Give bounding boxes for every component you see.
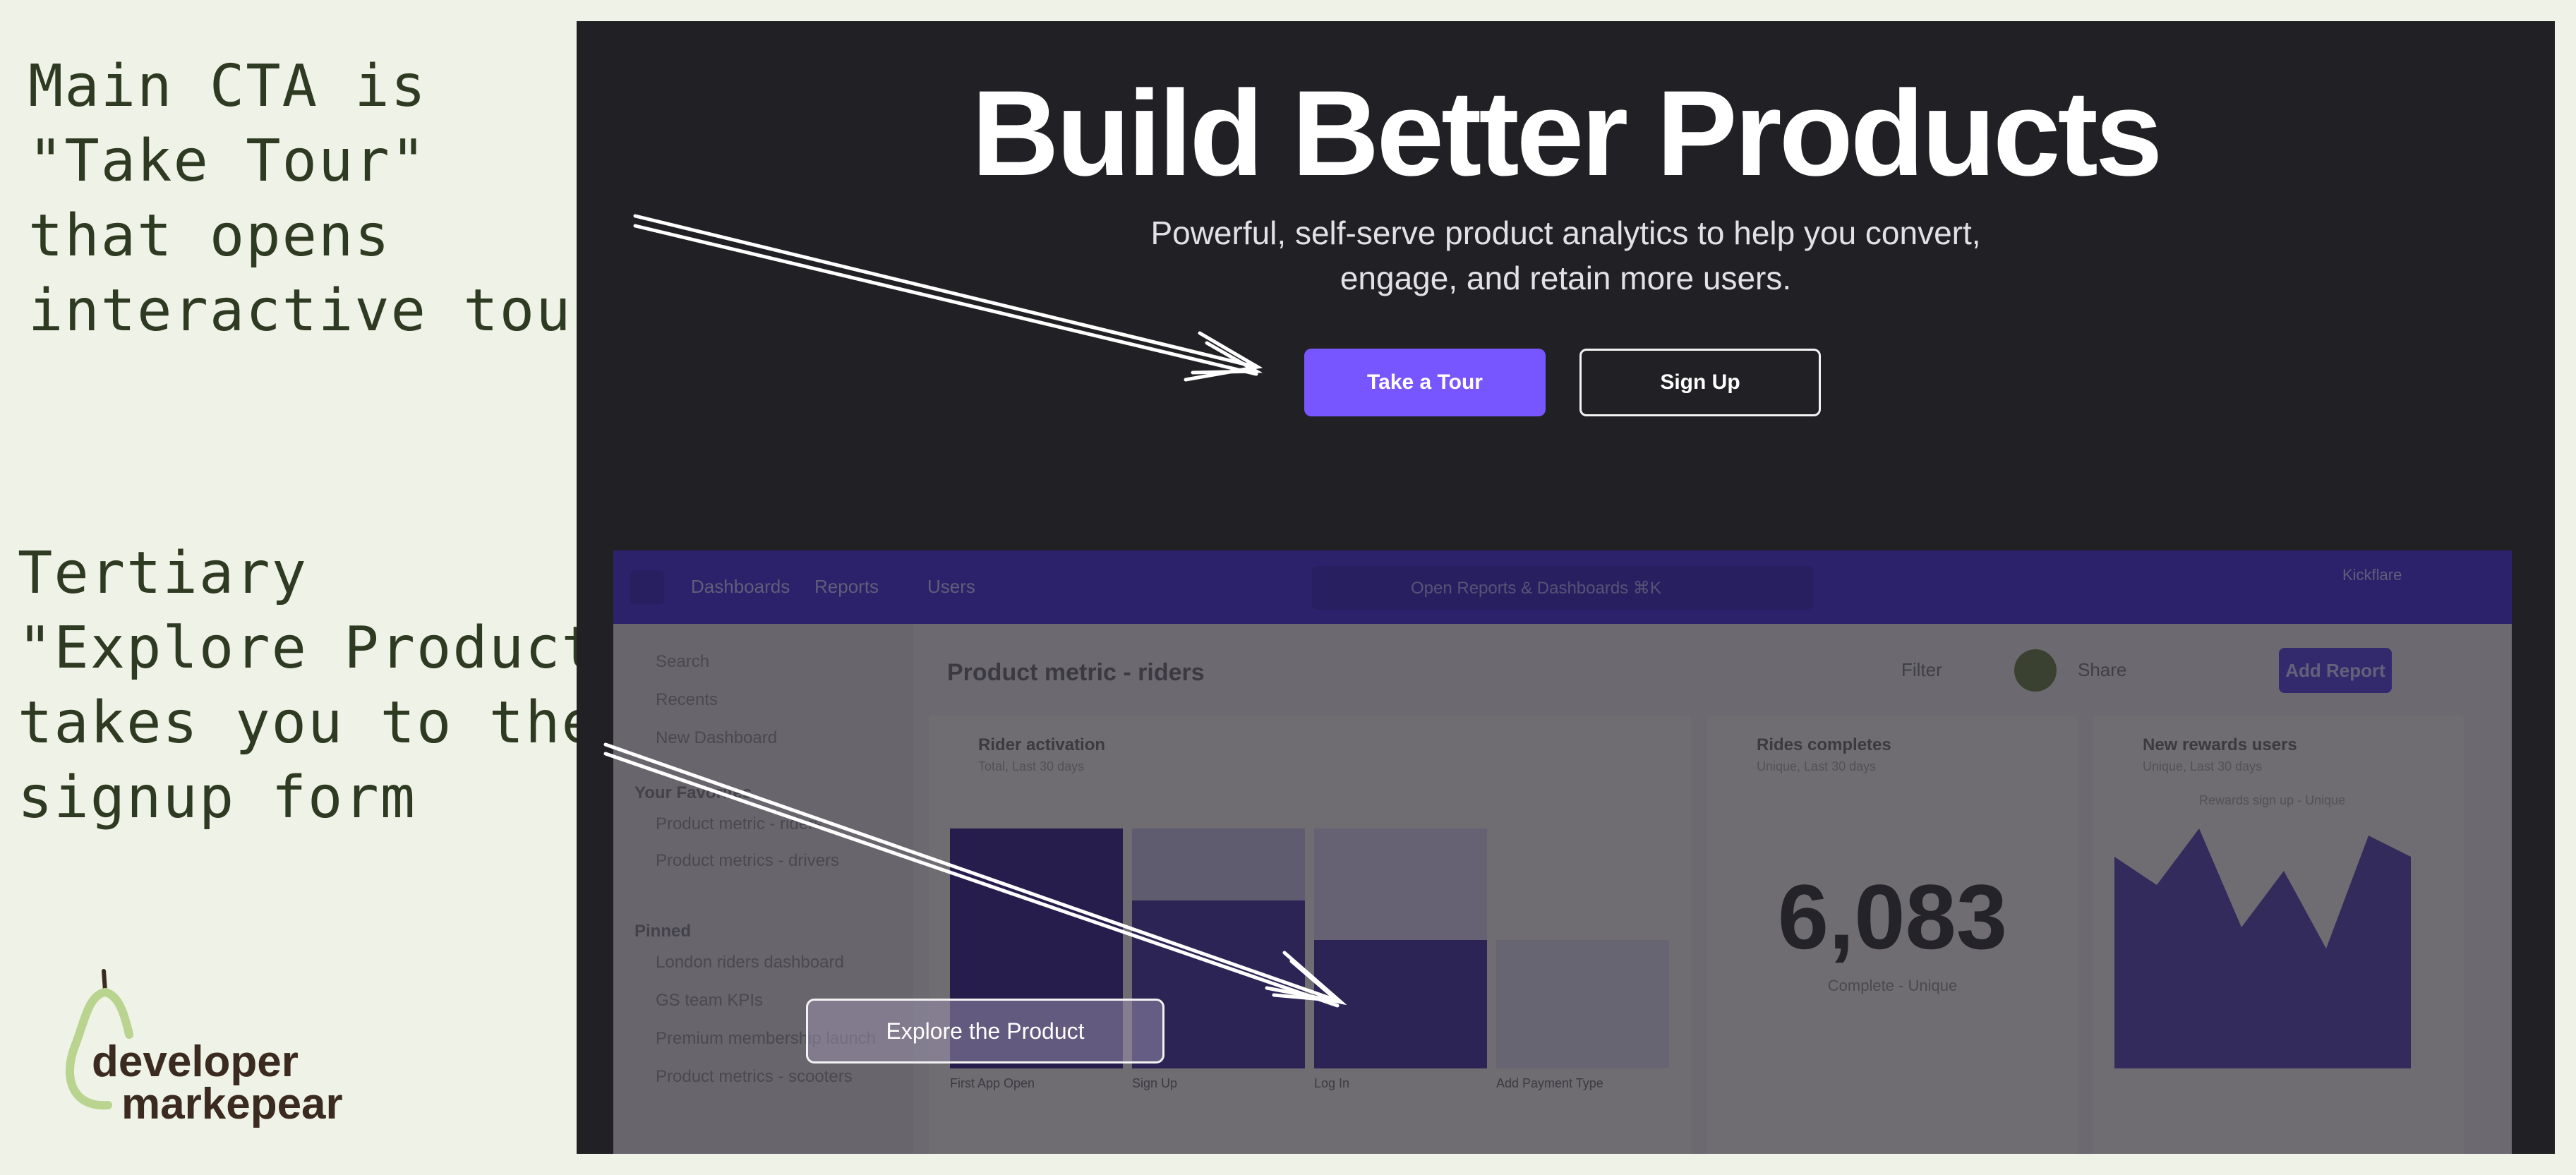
arrow-to-tour [633, 214, 1258, 369]
arrow-annotations [603, 214, 1347, 1008]
arrow-to-explore [603, 742, 1340, 1003]
